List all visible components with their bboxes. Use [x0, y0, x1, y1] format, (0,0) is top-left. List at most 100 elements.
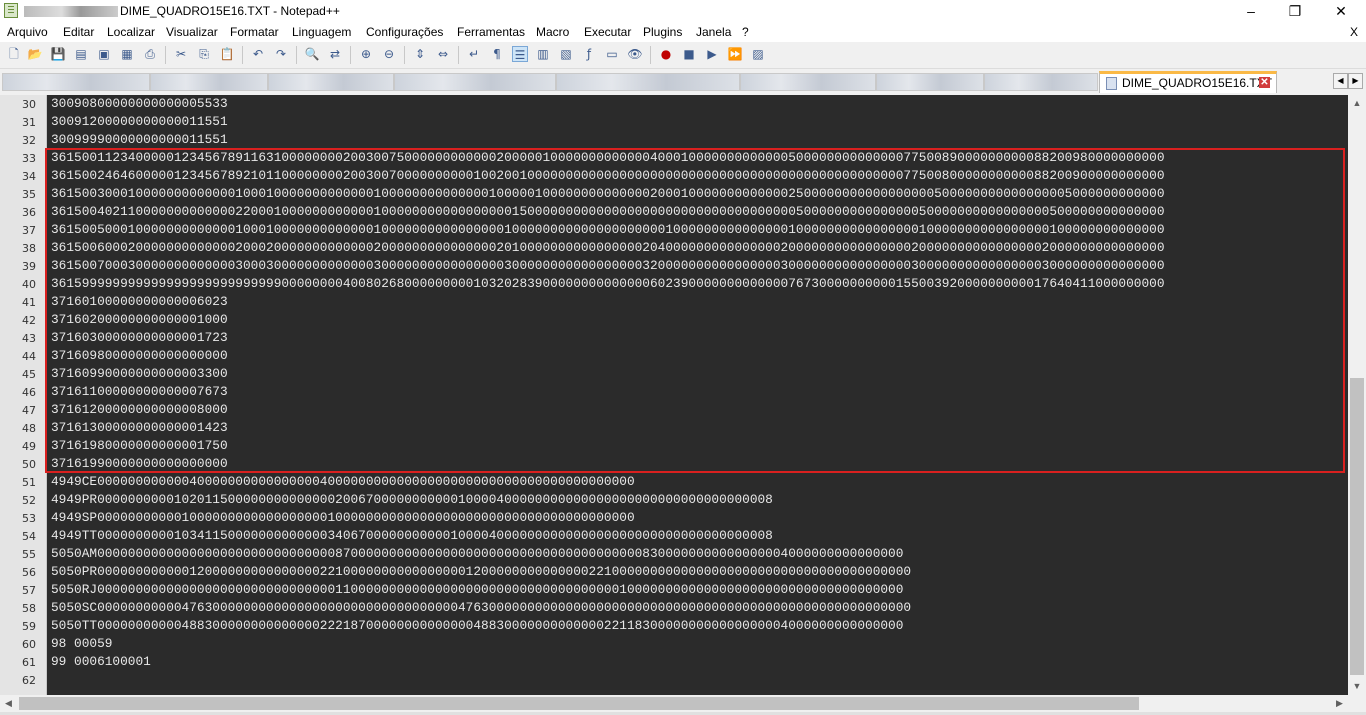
tab-redacted[interactable] — [2, 73, 150, 91]
zoom-out-icon[interactable]: ⊖ — [381, 46, 397, 62]
code-line[interactable]: 99 0006100001 — [51, 654, 151, 669]
tab-scroll-right-icon[interactable]: ▶ — [1348, 73, 1363, 89]
tab-redacted[interactable] — [394, 73, 556, 91]
folder-workspace-icon[interactable]: ▭ — [604, 46, 620, 62]
code-line[interactable]: 5050PR0000000000001200000000000000022100… — [51, 564, 911, 579]
line-number: 43 — [22, 332, 36, 345]
code-line[interactable]: 30090800000000000005533 — [51, 96, 228, 111]
indent-guide-icon[interactable]: ☰ — [512, 46, 528, 62]
line-number: 53 — [22, 512, 36, 525]
line-number: 62 — [22, 674, 36, 687]
code-line[interactable]: 4949TT0000000000103411500000000000003406… — [51, 528, 773, 543]
menu-macro[interactable]: Macro — [536, 25, 569, 39]
open-file-icon[interactable]: 📂 — [27, 46, 43, 62]
tab-dime-quadro15e16[interactable]: DIME_QUADRO15E16.TXT ✕ — [1099, 71, 1277, 93]
language-icon[interactable]: ▥ — [535, 46, 551, 62]
close-file-icon[interactable]: ▣ — [96, 46, 112, 62]
zoom-in-icon[interactable]: ⊕ — [358, 46, 374, 62]
code-line[interactable]: 5050SC0000000000047630000000000000000000… — [51, 600, 911, 615]
vertical-scrollbar[interactable]: ▲ ▼ — [1348, 95, 1366, 695]
tab-redacted[interactable] — [984, 73, 1098, 91]
find-icon[interactable]: 🔍 — [304, 46, 320, 62]
line-number: 45 — [22, 368, 36, 381]
editor-area[interactable]: 30 30090800000000000005533 31 3009120000000… — [0, 95, 1348, 695]
scroll-up-icon[interactable]: ▲ — [1348, 95, 1366, 112]
menu-editar[interactable]: Editar — [63, 25, 94, 39]
tab-label: DIME_QUADRO15E16.TXT — [1122, 76, 1273, 90]
scroll-right-icon[interactable]: ▶ — [1331, 695, 1348, 712]
tab-scroll-left-icon[interactable]: ◀ — [1333, 73, 1348, 89]
record-macro-icon[interactable]: ● — [658, 46, 674, 62]
menu-janela[interactable]: Janela — [696, 25, 731, 39]
code-line[interactable]: 30099990000000000011551 — [51, 132, 228, 147]
horizontal-scroll-thumb[interactable] — [19, 697, 1139, 710]
line-number: 60 — [22, 638, 36, 651]
code-line[interactable]: 5050AM0000000000000000000000000000000870… — [51, 546, 903, 561]
stop-macro-icon[interactable]: ■ — [681, 46, 697, 62]
close-document-button[interactable]: X — [1350, 25, 1358, 39]
menu-help[interactable]: ? — [742, 25, 749, 39]
print-icon[interactable]: ⎙ — [142, 46, 158, 62]
menu-localizar[interactable]: Localizar — [107, 25, 155, 39]
tab-redacted[interactable] — [556, 73, 740, 91]
menu-ferramentas[interactable]: Ferramentas — [457, 25, 525, 39]
tab-redacted[interactable] — [268, 73, 394, 91]
menu-configuracoes[interactable]: Configurações — [366, 25, 443, 39]
code-line[interactable]: 5050RJ0000000000000000000000000000000110… — [51, 582, 903, 597]
menu-arquivo[interactable]: Arquivo — [7, 25, 48, 39]
sync-horizontal-icon[interactable]: ⇔ — [435, 46, 451, 62]
line-number: 56 — [22, 566, 36, 579]
save-macro-icon[interactable]: ▨ — [750, 46, 766, 62]
tab-redacted[interactable] — [876, 73, 984, 91]
show-all-characters-icon[interactable]: ¶ — [489, 46, 505, 62]
menu-linguagem[interactable]: Linguagem — [292, 25, 351, 39]
vertical-scroll-thumb[interactable] — [1350, 378, 1364, 675]
tab-redacted[interactable] — [740, 73, 876, 91]
replace-icon[interactable]: ⇄ — [327, 46, 343, 62]
maximize-button[interactable]: ❐ — [1272, 0, 1318, 22]
line-number: 51 — [22, 476, 36, 489]
line-number: 54 — [22, 530, 36, 543]
code-line[interactable]: 4949PR0000000000102011500000000000000200… — [51, 492, 773, 507]
scroll-down-icon[interactable]: ▼ — [1348, 678, 1366, 695]
function-list-icon[interactable]: ƒ — [581, 46, 597, 62]
play-macro-icon[interactable]: ▶ — [704, 46, 720, 62]
menu-plugins[interactable]: Plugins — [643, 25, 682, 39]
save-icon[interactable]: 💾 — [50, 46, 66, 62]
menu-formatar[interactable]: Formatar — [230, 25, 279, 39]
monitoring-eye-icon[interactable]: 👁 — [627, 46, 643, 62]
close-all-icon[interactable]: ▦ — [119, 46, 135, 62]
code-line[interactable]: 30091200000000000011551 — [51, 114, 228, 129]
title-bar: DIME_QUADRO15E16.TXT - Notepad++ – ❐ ✕ — [0, 0, 1366, 22]
paste-icon[interactable]: 📋 — [219, 46, 235, 62]
toolbar: 🗋 📂 💾 ▤ ▣ ▦ ⎙ ✂ ⎘ 📋 ↶ ↷ 🔍 ⇄ ⊕ ⊖ ⇕ ⇔ ↵ ¶ … — [0, 42, 1366, 69]
code-line[interactable]: 98 00059 — [51, 636, 112, 651]
code-line[interactable]: 4949CE0000000000004000000000000000040000… — [51, 474, 635, 489]
line-number: 50 — [22, 458, 36, 471]
word-wrap-icon[interactable]: ↵ — [466, 46, 482, 62]
scroll-left-icon[interactable]: ◀ — [0, 695, 17, 712]
menu-bar: Arquivo Editar Localizar Visualizar Form… — [0, 22, 1366, 42]
new-file-icon[interactable]: 🗋 — [6, 46, 22, 62]
menu-visualizar[interactable]: Visualizar — [166, 25, 218, 39]
close-button[interactable]: ✕ — [1318, 0, 1364, 22]
document-map-icon[interactable]: ▧ — [558, 46, 574, 62]
line-number: 48 — [22, 422, 36, 435]
minimize-button[interactable]: – — [1228, 0, 1274, 22]
line-number: 61 — [22, 656, 36, 669]
tab-redacted[interactable] — [150, 73, 268, 91]
redo-icon[interactable]: ↷ — [273, 46, 289, 62]
line-number: 37 — [22, 224, 36, 237]
copy-icon[interactable]: ⎘ — [196, 46, 212, 62]
run-macro-multiple-icon[interactable]: ⏩ — [727, 46, 743, 62]
undo-icon[interactable]: ↶ — [250, 46, 266, 62]
code-line[interactable]: 5050TT0000000000048830000000000000022218… — [51, 618, 903, 633]
sync-vertical-icon[interactable]: ⇕ — [412, 46, 428, 62]
code-line[interactable]: 4949SP0000000000010000000000000000001000… — [51, 510, 635, 525]
save-all-icon[interactable]: ▤ — [73, 46, 89, 62]
tab-close-icon[interactable]: ✕ — [1259, 77, 1270, 88]
line-number: 35 — [22, 188, 36, 201]
cut-icon[interactable]: ✂ — [173, 46, 189, 62]
menu-executar[interactable]: Executar — [584, 25, 631, 39]
horizontal-scrollbar[interactable]: ◀ ▶ — [0, 695, 1348, 712]
